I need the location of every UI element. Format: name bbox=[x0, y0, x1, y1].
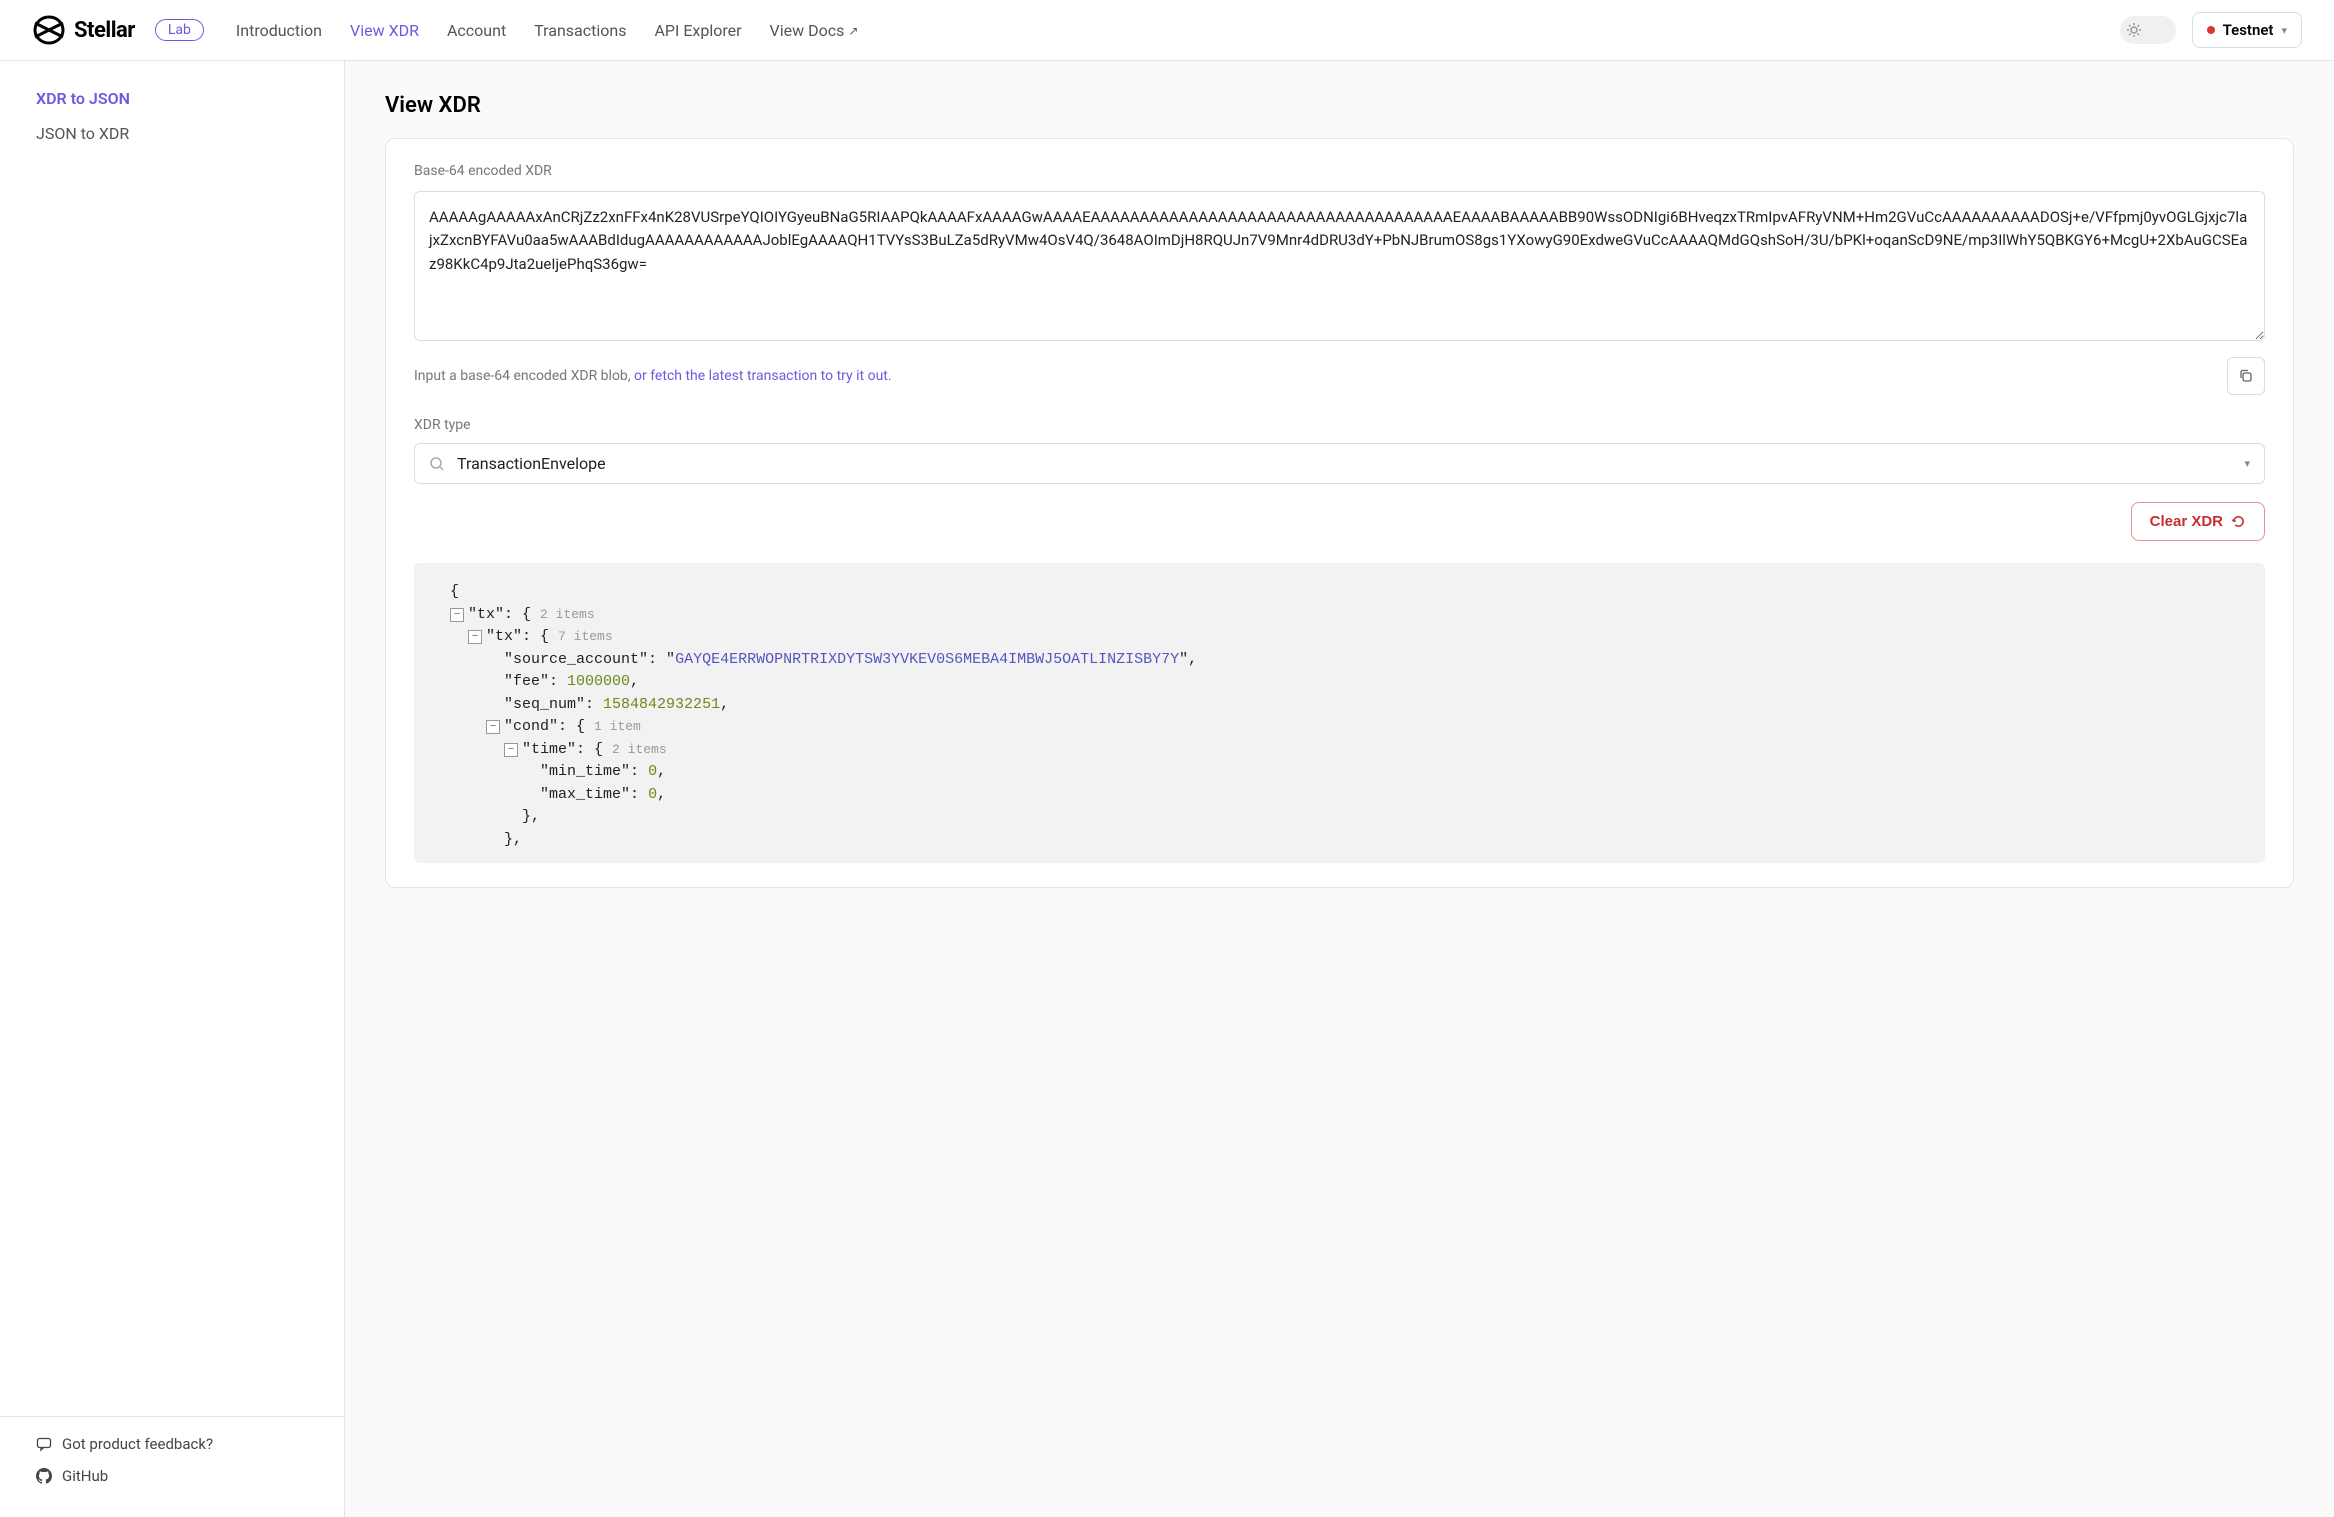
github-icon bbox=[36, 1468, 52, 1484]
logo[interactable]: Stellar bbox=[32, 15, 135, 45]
collapse-toggle[interactable]: − bbox=[504, 743, 518, 757]
clear-xdr-button[interactable]: Clear XDR bbox=[2131, 502, 2265, 541]
stellar-logo-icon bbox=[32, 15, 66, 45]
json-line: }, bbox=[432, 806, 2247, 829]
json-line: "fee": 1000000, bbox=[432, 671, 2247, 694]
json-line: −"tx": { 7 items bbox=[432, 626, 2247, 649]
logo-text: Stellar bbox=[74, 18, 135, 43]
chevron-down-icon: ▾ bbox=[2281, 24, 2287, 37]
json-line: "seq_num": 1584842932251, bbox=[432, 694, 2247, 717]
nav-transactions[interactable]: Transactions bbox=[534, 21, 626, 40]
github-link[interactable]: GitHub bbox=[36, 1467, 308, 1485]
json-line: −"cond": { 1 item bbox=[432, 716, 2247, 739]
sun-icon bbox=[2122, 18, 2146, 42]
json-line: −"tx": { 2 items bbox=[432, 604, 2247, 627]
network-select[interactable]: Testnet ▾ bbox=[2192, 12, 2302, 48]
feedback-icon bbox=[36, 1436, 52, 1452]
nav-account[interactable]: Account bbox=[447, 21, 506, 40]
hint-text: Input a base-64 encoded XDR blob, or fet… bbox=[414, 368, 892, 384]
github-label: GitHub bbox=[62, 1467, 108, 1485]
fetch-latest-link[interactable]: or fetch the latest transaction to try i… bbox=[634, 368, 892, 384]
chevron-down-icon: ▾ bbox=[2244, 457, 2250, 470]
nav-api-explorer[interactable]: API Explorer bbox=[654, 21, 741, 40]
json-line: "source_account": "GAYQE4ERRWOPNRTRIXDYT… bbox=[432, 649, 2247, 672]
sidebar-item-xdr-to-json[interactable]: XDR to JSON bbox=[36, 89, 308, 108]
xdr-input[interactable] bbox=[414, 191, 2265, 341]
refresh-icon bbox=[2231, 514, 2246, 529]
xdr-type-value: TransactionEnvelope bbox=[457, 454, 2232, 473]
lab-badge: Lab bbox=[155, 19, 204, 41]
search-icon bbox=[429, 456, 445, 472]
external-link-icon: ↗ bbox=[848, 24, 858, 38]
copy-icon bbox=[2238, 368, 2254, 384]
xdr-type-label: XDR type bbox=[414, 417, 2265, 433]
collapse-toggle[interactable]: − bbox=[450, 608, 464, 622]
theme-toggle[interactable] bbox=[2120, 16, 2176, 44]
json-line: }, bbox=[432, 829, 2247, 852]
nav-introduction[interactable]: Introduction bbox=[236, 21, 322, 40]
xdr-type-select[interactable]: TransactionEnvelope ▾ bbox=[414, 443, 2265, 484]
collapse-toggle[interactable]: − bbox=[486, 720, 500, 734]
json-line: "min_time": 0, bbox=[432, 761, 2247, 784]
page-title: View XDR bbox=[385, 93, 2294, 118]
feedback-label: Got product feedback? bbox=[62, 1435, 213, 1453]
json-output[interactable]: { −"tx": { 2 items −"tx": { 7 items "sou… bbox=[414, 563, 2265, 863]
nav-view-xdr[interactable]: View XDR bbox=[350, 21, 419, 40]
xdr-card: Base-64 encoded XDR Input a base-64 enco… bbox=[385, 138, 2294, 888]
nav-view-docs[interactable]: View Docs↗ bbox=[770, 21, 859, 40]
copy-button[interactable] bbox=[2227, 357, 2265, 395]
network-label: Testnet bbox=[2223, 21, 2274, 39]
json-line: { bbox=[432, 581, 2247, 604]
collapse-toggle[interactable]: − bbox=[468, 630, 482, 644]
network-status-dot bbox=[2207, 26, 2215, 34]
feedback-link[interactable]: Got product feedback? bbox=[36, 1435, 308, 1453]
json-line: "max_time": 0, bbox=[432, 784, 2247, 807]
xdr-input-label: Base-64 encoded XDR bbox=[414, 163, 2265, 179]
clear-xdr-label: Clear XDR bbox=[2150, 513, 2223, 530]
sidebar-item-json-to-xdr[interactable]: JSON to XDR bbox=[36, 124, 308, 143]
json-line: −"time": { 2 items bbox=[432, 739, 2247, 762]
